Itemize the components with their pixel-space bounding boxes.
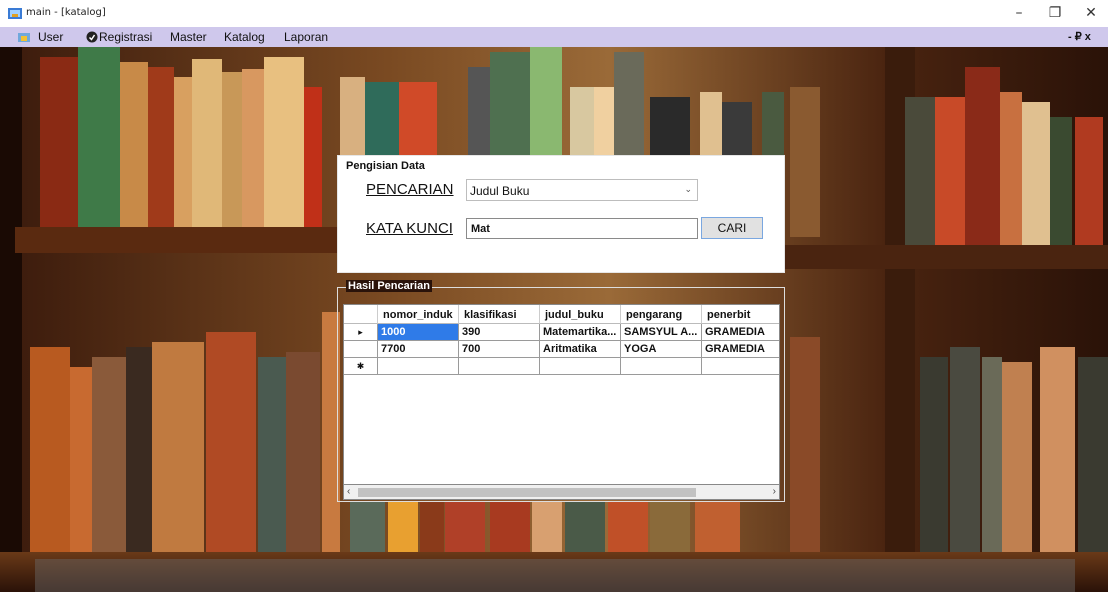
table-cell[interactable]: 1000 xyxy=(378,324,459,341)
table-cell-new[interactable] xyxy=(540,358,621,375)
mdi-child-icon xyxy=(18,33,30,42)
restore-button[interactable]: ❐ xyxy=(1040,2,1070,24)
search-by-dropdown[interactable]: Judul Buku ⌄ xyxy=(466,179,698,201)
horizontal-scrollbar[interactable]: ‹ › xyxy=(343,484,780,500)
registrasi-icon xyxy=(86,31,98,43)
close-button[interactable]: ✕ xyxy=(1076,2,1106,24)
menu-registrasi[interactable]: Registrasi xyxy=(99,30,152,44)
keyword-input[interactable]: Mat xyxy=(466,218,698,239)
results-legend: Hasil Pencarian xyxy=(346,280,432,292)
table-cell[interactable]: 7700 xyxy=(378,341,459,358)
search-panel: Pengisian Data xyxy=(337,155,785,273)
minimize-button[interactable]: – xyxy=(1004,2,1034,24)
table-cell-new[interactable] xyxy=(378,358,459,375)
menu-master[interactable]: Master xyxy=(170,30,207,44)
table-cell[interactable]: 700 xyxy=(459,341,540,358)
menu-user[interactable]: User xyxy=(38,30,63,44)
title-bar: main - [katalog] – ❐ ✕ xyxy=(0,0,1108,27)
search-by-label: PENCARIAN xyxy=(366,181,454,198)
row-header-selected[interactable]: ▸ xyxy=(344,324,378,341)
search-by-value: Judul Buku xyxy=(470,184,530,198)
table-cell-new[interactable] xyxy=(702,358,779,375)
scroll-right-icon[interactable]: › xyxy=(773,486,776,497)
mdi-window-controls[interactable]: - ₽ x xyxy=(1068,30,1091,43)
scroll-left-icon[interactable]: ‹ xyxy=(347,486,350,497)
app-icon xyxy=(8,8,22,19)
table-cell[interactable]: Matemartika... xyxy=(540,324,621,341)
search-button[interactable]: CARI xyxy=(701,217,763,239)
column-header-penerbit[interactable]: penerbit xyxy=(702,305,779,324)
table-cell[interactable]: YOGA xyxy=(621,341,702,358)
table-cell[interactable]: 390 xyxy=(459,324,540,341)
scrollbar-thumb[interactable] xyxy=(358,488,696,497)
menu-laporan[interactable]: Laporan xyxy=(284,30,328,44)
column-header-pengarang[interactable]: pengarang xyxy=(621,305,702,324)
chevron-down-icon: ⌄ xyxy=(684,184,692,194)
menu-bar: User Registrasi Master Katalog Laporan -… xyxy=(0,27,1108,47)
table-cell[interactable]: GRAMEDIA xyxy=(702,341,779,358)
results-grid[interactable]: nomor_induk klasifikasi judul_buku penga… xyxy=(343,304,780,499)
table-cell-new[interactable] xyxy=(459,358,540,375)
grid-corner xyxy=(344,305,378,324)
table-cell[interactable]: SAMSYUL A... xyxy=(621,324,702,341)
column-header-judul-buku[interactable]: judul_buku xyxy=(540,305,621,324)
search-panel-legend: Pengisian Data xyxy=(346,160,425,172)
column-header-klasifikasi[interactable]: klasifikasi xyxy=(459,305,540,324)
column-header-nomor-induk[interactable]: nomor_induk xyxy=(378,305,459,324)
keyword-label: KATA KUNCI xyxy=(366,220,453,237)
table-cell[interactable]: Aritmatika xyxy=(540,341,621,358)
window-title: main - [katalog] xyxy=(26,7,106,18)
row-header-new[interactable]: ✱ xyxy=(344,358,378,375)
table-cell-new[interactable] xyxy=(621,358,702,375)
row-header[interactable] xyxy=(344,341,378,358)
menu-katalog[interactable]: Katalog xyxy=(224,30,265,44)
table-cell[interactable]: GRAMEDIA xyxy=(702,324,779,341)
